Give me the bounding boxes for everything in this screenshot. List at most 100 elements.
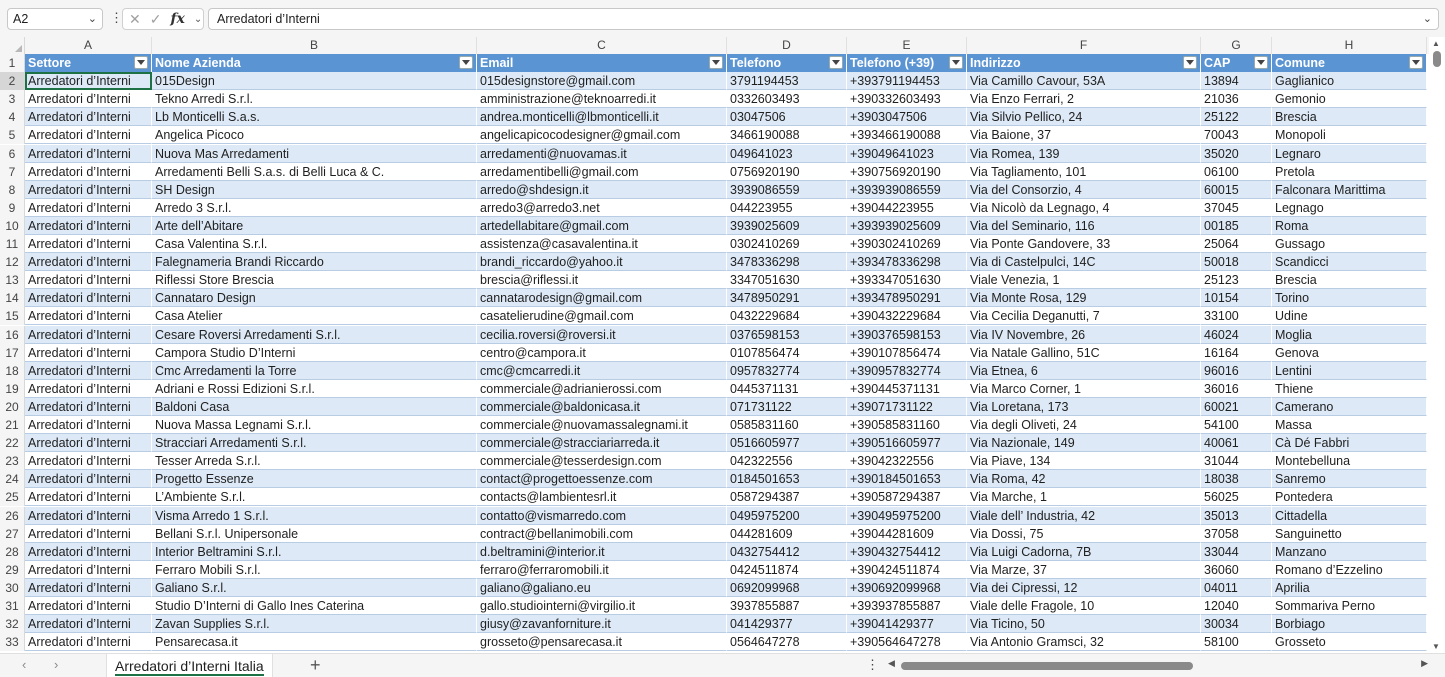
table-cell[interactable]: 0332603493 (727, 90, 847, 109)
table-cell[interactable]: Viale dell’ Industria, 42 (967, 506, 1201, 525)
table-cell[interactable]: 049641023 (727, 144, 847, 163)
table-cell[interactable]: Arredatori d’Interni (25, 560, 152, 579)
table-cell[interactable]: Pensarecasa.it (152, 633, 477, 652)
header-cell[interactable]: Settore (25, 54, 152, 73)
plus-icon[interactable]: + (310, 655, 321, 676)
table-cell[interactable]: Arredo 3 S.r.l. (152, 198, 477, 217)
table-cell[interactable]: commerciale@tesserdesign.com (477, 452, 727, 471)
table-cell[interactable]: Cesare Roversi Arredamenti S.r.l. (152, 325, 477, 344)
table-cell[interactable]: Lentini (1272, 361, 1427, 380)
header-cell[interactable]: Comune (1272, 54, 1427, 73)
table-cell[interactable]: 40061 (1201, 434, 1272, 453)
table-cell[interactable]: Adriani e Rossi Edizioni S.r.l. (152, 379, 477, 398)
formula-input[interactable]: Arredatori d’Interni ⌄ (208, 8, 1439, 30)
table-cell[interactable]: +39042322556 (847, 452, 967, 471)
table-cell[interactable]: Falconara Marittima (1272, 180, 1427, 199)
filter-dropdown-icon[interactable] (134, 56, 148, 69)
row-header[interactable]: 13 (0, 271, 25, 290)
table-cell[interactable]: 0957832774 (727, 361, 847, 380)
filter-dropdown-icon[interactable] (829, 56, 843, 69)
table-cell[interactable]: Via dei Cipressi, 12 (967, 578, 1201, 597)
table-cell[interactable]: 18038 (1201, 470, 1272, 489)
table-cell[interactable]: Arredatori d’Interni (25, 126, 152, 145)
table-cell[interactable]: Angelica Picoco (152, 126, 477, 145)
table-cell[interactable]: Via Ticino, 50 (967, 615, 1201, 634)
table-cell[interactable]: 36016 (1201, 379, 1272, 398)
table-cell[interactable]: Arredatori d’Interni (25, 597, 152, 616)
row-header[interactable]: 1 (0, 54, 25, 73)
table-cell[interactable]: 015Design (152, 72, 477, 91)
table-cell[interactable]: 58100 (1201, 633, 1272, 652)
table-cell[interactable]: arredo3@arredo3.net (477, 198, 727, 217)
row-header[interactable]: 6 (0, 144, 25, 163)
table-cell[interactable]: SH Design (152, 180, 477, 199)
table-cell[interactable]: casatelierudine@gmail.com (477, 307, 727, 326)
table-cell[interactable]: Stracciari Arredamenti S.r.l. (152, 434, 477, 453)
vertical-scrollbar[interactable]: ▲ ▼ (1429, 37, 1445, 653)
vertical-scroll-thumb[interactable] (1433, 51, 1441, 67)
table-cell[interactable]: 56025 (1201, 488, 1272, 507)
table-cell[interactable]: Campora Studio D’Interni (152, 343, 477, 362)
scroll-up-icon[interactable]: ▲ (1432, 39, 1440, 48)
table-cell[interactable]: Riflessi Store Brescia (152, 271, 477, 290)
table-cell[interactable]: commerciale@nuovamassalegnami.it (477, 416, 727, 435)
table-cell[interactable]: Via Loretana, 173 (967, 397, 1201, 416)
table-cell[interactable]: Via Antonio Gramsci, 32 (967, 633, 1201, 652)
table-cell[interactable]: 3791194453 (727, 72, 847, 91)
table-cell[interactable]: 044281609 (727, 524, 847, 543)
table-cell[interactable]: +393478950291 (847, 289, 967, 308)
table-cell[interactable]: Arredatori d’Interni (25, 488, 152, 507)
table-cell[interactable]: +390756920190 (847, 162, 967, 181)
row-header[interactable]: 8 (0, 180, 25, 199)
table-cell[interactable]: Via Nazionale, 149 (967, 434, 1201, 453)
header-cell[interactable]: Indirizzo (967, 54, 1201, 73)
table-cell[interactable]: Via Piave, 134 (967, 452, 1201, 471)
table-cell[interactable]: Arredatori d’Interni (25, 162, 152, 181)
table-cell[interactable]: Arredatori d’Interni (25, 633, 152, 652)
table-cell[interactable]: centro@campora.it (477, 343, 727, 362)
table-cell[interactable]: 25123 (1201, 271, 1272, 290)
table-cell[interactable]: 3937855887 (727, 597, 847, 616)
table-cell[interactable]: Arredatori d’Interni (25, 325, 152, 344)
table-cell[interactable]: Gaglianico (1272, 72, 1427, 91)
table-cell[interactable]: Arredatori d’Interni (25, 578, 152, 597)
table-cell[interactable]: 13894 (1201, 72, 1272, 91)
table-cell[interactable]: Casa Valentina S.r.l. (152, 235, 477, 254)
table-cell[interactable]: Sanguinetto (1272, 524, 1427, 543)
table-cell[interactable]: +39044223955 (847, 198, 967, 217)
table-cell[interactable]: Via Marche, 1 (967, 488, 1201, 507)
table-cell[interactable]: +390107856474 (847, 343, 967, 362)
table-cell[interactable]: +39049641023 (847, 144, 967, 163)
sheet-tab-active[interactable]: Arredatori d’Interni Italia (106, 654, 273, 677)
table-cell[interactable]: Via degli Oliveti, 24 (967, 416, 1201, 435)
table-cell[interactable]: 0432229684 (727, 307, 847, 326)
table-cell[interactable]: Arredatori d’Interni (25, 216, 152, 235)
table-cell[interactable]: d.beltramini@interior.it (477, 542, 727, 561)
table-cell[interactable]: 25064 (1201, 235, 1272, 254)
table-cell[interactable]: Arredatori d’Interni (25, 108, 152, 127)
table-cell[interactable]: 0184501653 (727, 470, 847, 489)
table-cell[interactable]: 0692099968 (727, 578, 847, 597)
row-header[interactable]: 31 (0, 597, 25, 616)
table-cell[interactable]: Arredatori d’Interni (25, 379, 152, 398)
table-cell[interactable]: 0424511874 (727, 560, 847, 579)
row-header[interactable]: 15 (0, 307, 25, 326)
table-cell[interactable]: Via Marco Corner, 1 (967, 379, 1201, 398)
table-cell[interactable]: Sanremo (1272, 470, 1427, 489)
table-cell[interactable]: Arredatori d’Interni (25, 524, 152, 543)
table-cell[interactable]: Sommariva Perno (1272, 597, 1427, 616)
table-cell[interactable]: 37058 (1201, 524, 1272, 543)
chevron-down-icon[interactable]: ⌄ (194, 14, 202, 25)
filter-dropdown-icon[interactable] (459, 56, 473, 69)
table-cell[interactable]: +390332603493 (847, 90, 967, 109)
table-cell[interactable]: 3347051630 (727, 271, 847, 290)
table-cell[interactable]: Via Luigi Cadorna, 7B (967, 542, 1201, 561)
row-header[interactable]: 4 (0, 108, 25, 127)
table-cell[interactable]: Thiene (1272, 379, 1427, 398)
table-cell[interactable]: grosseto@pensarecasa.it (477, 633, 727, 652)
table-cell[interactable]: Arredamenti Belli S.a.s. di Belli Luca &… (152, 162, 477, 181)
table-cell[interactable]: 044223955 (727, 198, 847, 217)
table-cell[interactable]: commerciale@adrianierossi.com (477, 379, 727, 398)
table-cell[interactable]: Via Ponte Gandovere, 33 (967, 235, 1201, 254)
row-header[interactable]: 28 (0, 542, 25, 561)
